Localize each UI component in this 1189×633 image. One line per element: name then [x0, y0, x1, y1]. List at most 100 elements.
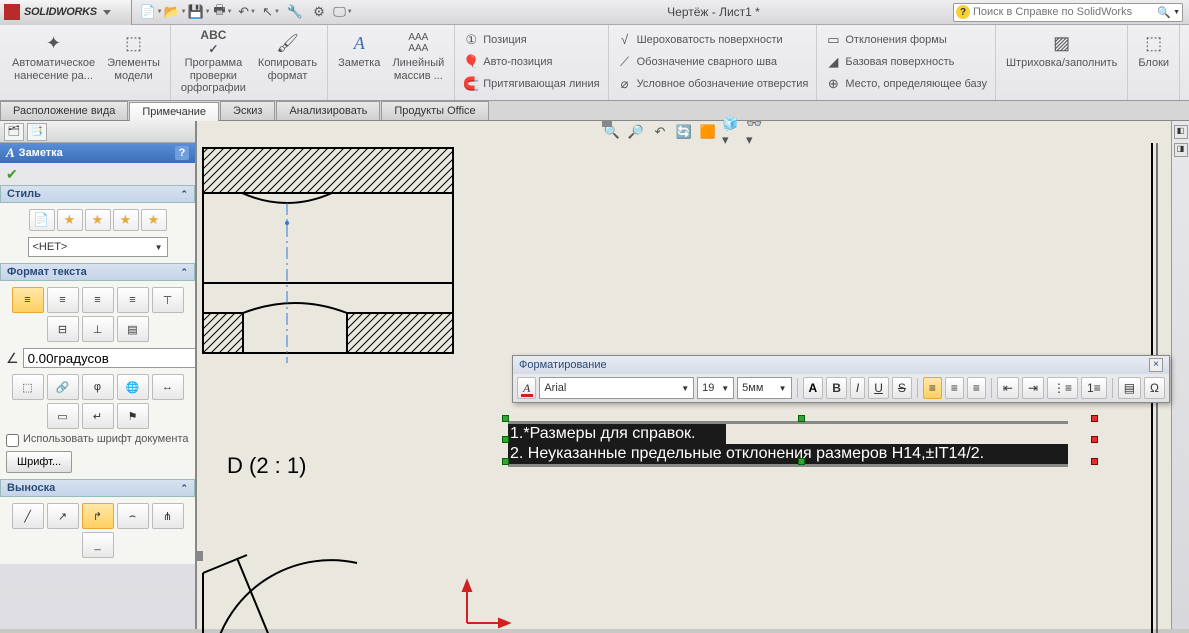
rebuild-button[interactable]: 🔧: [284, 2, 306, 22]
textformat-section-header[interactable]: Формат текста⌃: [0, 263, 195, 281]
taskpane-tab-1[interactable]: ◧: [1174, 125, 1188, 139]
justify-right-button[interactable]: ≡: [967, 377, 986, 399]
note-line-2[interactable]: 2. Неуказанные предельные отклонения раз…: [508, 444, 1068, 464]
auto-balloon-button[interactable]: 🎈Авто-позиция: [459, 51, 603, 73]
format-painter-button[interactable]: 🖌Копировать формат: [252, 29, 323, 84]
symbol-button[interactable]: Ω: [1144, 377, 1165, 399]
style-update-button[interactable]: ★: [85, 209, 111, 231]
font-size-combo[interactable]: 19▼: [697, 377, 734, 399]
use-doc-font-checkbox[interactable]: [6, 434, 19, 447]
geometric-tolerance-button[interactable]: ▭Отклонения формы: [821, 29, 991, 51]
zoom-area-button[interactable]: 🔎: [626, 123, 646, 141]
leader-section-header[interactable]: Выноска⌃: [0, 479, 195, 497]
style-apply-button[interactable]: 📄: [29, 209, 55, 231]
resize-handle[interactable]: [502, 458, 509, 465]
weld-symbol-button[interactable]: ⟋Обозначение сварного шва: [613, 51, 813, 73]
linear-pattern-button[interactable]: AAAAAAЛинейный массив ...: [386, 29, 450, 84]
options-button[interactable]: ⚙: [308, 2, 330, 22]
leader-underline-button[interactable]: _: [82, 532, 114, 558]
resize-handle[interactable]: [1091, 436, 1098, 443]
angle-input[interactable]: [23, 348, 197, 368]
auto-dimension-button[interactable]: ✦Автоматическое нанесение ра...: [6, 29, 101, 84]
model-items-button[interactable]: ⬚Элементы модели: [101, 29, 166, 84]
leader-bent-button[interactable]: ↱: [82, 503, 114, 529]
help-search[interactable]: ? 🔍 ▼: [953, 3, 1183, 22]
insert-link-button[interactable]: 🔗: [47, 374, 79, 400]
section-view-button[interactable]: 🔄: [674, 123, 694, 141]
leader-straight-button[interactable]: ↗: [47, 503, 79, 529]
style-add-button[interactable]: ★: [57, 209, 83, 231]
taskpane-tab-2[interactable]: ◨: [1174, 143, 1188, 157]
align-left-button[interactable]: ≡: [12, 287, 44, 313]
text-flag-button[interactable]: ⚑: [117, 403, 149, 429]
style-combo[interactable]: <НЕТ>▼: [28, 237, 168, 257]
display-style-button[interactable]: 🧊▾: [722, 123, 742, 141]
text-color-button[interactable]: A: [803, 377, 824, 399]
chevron-down-icon[interactable]: ▼: [1173, 9, 1180, 16]
tab-layout[interactable]: Расположение вида: [0, 101, 128, 120]
align-center-button[interactable]: ≡: [47, 287, 79, 313]
tab-sketch[interactable]: Эскиз: [220, 101, 275, 120]
insert-var-button[interactable]: φ: [82, 374, 114, 400]
underline-button[interactable]: U: [868, 377, 889, 399]
align-full-button[interactable]: ▤: [117, 316, 149, 342]
insert-hyperlink-button[interactable]: 🌐: [117, 374, 149, 400]
align-mid-button[interactable]: ⊟: [47, 316, 79, 342]
justify-left-button[interactable]: ≡: [923, 377, 942, 399]
leader-arc-button[interactable]: ⌢: [117, 503, 149, 529]
resize-handle[interactable]: [502, 415, 509, 422]
indent-dec-button[interactable]: ⇤: [997, 377, 1019, 399]
undo-button[interactable]: ↶▼: [236, 2, 258, 22]
select-button[interactable]: ↖▼: [260, 2, 282, 22]
note-line-1[interactable]: 1.*Размеры для справок.: [508, 424, 726, 444]
tab-evaluate[interactable]: Анализировать: [276, 101, 380, 120]
justify-center-button[interactable]: ≡: [945, 377, 964, 399]
formatting-title[interactable]: Форматирование×: [513, 356, 1169, 374]
resize-handle[interactable]: [798, 415, 805, 422]
note-button[interactable]: AЗаметка: [332, 29, 386, 72]
font-color-button[interactable]: A: [517, 377, 536, 399]
surface-finish-button[interactable]: √Шероховатость поверхности: [613, 29, 813, 51]
pm-tab-property[interactable]: 📑: [27, 123, 47, 141]
note-text-box[interactable]: 1.*Размеры для справок. 2. Неуказанные п…: [508, 421, 1068, 467]
align-justify-button[interactable]: ≡: [117, 287, 149, 313]
new-button[interactable]: 📄▼: [140, 2, 162, 22]
font-button[interactable]: Шрифт...: [6, 451, 72, 473]
spellcheck-button[interactable]: ABC✓Программа проверки орфографии: [175, 29, 252, 97]
tab-office[interactable]: Продукты Office: [381, 101, 488, 120]
print-button[interactable]: 🖶▼: [212, 2, 234, 22]
leader-multi-button[interactable]: ⋔: [152, 503, 184, 529]
text-box-button[interactable]: ▭: [47, 403, 79, 429]
thickness-combo[interactable]: 5мм▼: [737, 377, 791, 399]
blocks-button[interactable]: ⬚Блоки: [1132, 29, 1175, 72]
align-right-button[interactable]: ≡: [82, 287, 114, 313]
prev-view-button[interactable]: ↶: [650, 123, 670, 141]
bullet-list-button[interactable]: ⋮≡: [1047, 377, 1078, 399]
resize-handle[interactable]: [798, 458, 805, 465]
style-section-header[interactable]: Стиль⌃: [0, 185, 195, 203]
italic-button[interactable]: I: [850, 377, 865, 399]
text-fit-button[interactable]: ↔: [152, 374, 184, 400]
search-input[interactable]: [973, 6, 1155, 18]
screen-button[interactable]: 🖵▼: [332, 2, 354, 22]
resize-handle[interactable]: [1091, 415, 1098, 422]
pm-tab-feature[interactable]: 🗂: [4, 123, 24, 141]
font-combo[interactable]: Arial▼: [539, 377, 694, 399]
drawing-canvas[interactable]: 🔍 🔎 ↶ 🔄 🟧 🧊▾ 👓▾: [197, 121, 1171, 629]
open-button[interactable]: 📂▼: [164, 2, 186, 22]
datum-feature-button[interactable]: ◢Базовая поверхность: [821, 51, 991, 73]
number-list-button[interactable]: 1≡: [1081, 377, 1107, 399]
datum-target-button[interactable]: ⊕Место, определяющее базу: [821, 73, 991, 95]
strike-button[interactable]: S: [892, 377, 912, 399]
hide-show-button[interactable]: 👓▾: [746, 123, 766, 141]
close-icon[interactable]: ×: [1149, 358, 1163, 372]
hole-callout-button[interactable]: ⌀Условное обозначение отверстия: [613, 73, 813, 95]
text-wrap-button[interactable]: ↵: [82, 403, 114, 429]
resize-handle[interactable]: [502, 436, 509, 443]
balloon-button[interactable]: ①Позиция: [459, 29, 603, 51]
magnetic-line-button[interactable]: 🧲Притягивающая линия: [459, 73, 603, 95]
ok-button[interactable]: ✔: [6, 166, 18, 182]
resize-handle[interactable]: [1091, 458, 1098, 465]
help-icon[interactable]: ?: [175, 146, 189, 160]
bold-button[interactable]: B: [826, 377, 847, 399]
